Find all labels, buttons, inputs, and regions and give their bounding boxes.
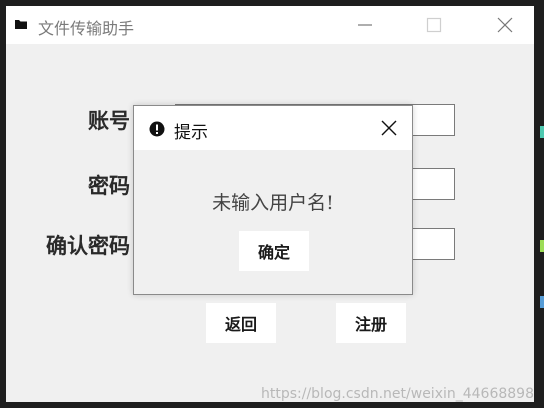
window-title: 文件传输助手: [38, 19, 135, 38]
maximize-button[interactable]: [411, 6, 457, 44]
minimize-button[interactable]: [342, 6, 388, 44]
maximize-icon: [426, 17, 442, 33]
minimize-icon: [358, 24, 372, 26]
close-icon: [497, 17, 513, 33]
watermark: https://blog.csdn.net/weixin_44668898: [260, 386, 534, 402]
dialog-title-bar[interactable]: 提示: [134, 106, 412, 150]
editor-marker: [540, 126, 544, 138]
title-bar[interactable]: 文件传输助手: [6, 6, 534, 44]
back-button[interactable]: 返回: [206, 303, 276, 343]
register-button[interactable]: 注册: [336, 303, 406, 343]
dialog-message: 未输入用户名!: [212, 192, 334, 214]
close-icon[interactable]: [380, 119, 398, 137]
folder-icon: [15, 20, 27, 29]
password-label: 密码: [88, 173, 130, 198]
ok-button[interactable]: 确定: [239, 231, 309, 271]
exclamation-icon: [149, 121, 165, 137]
alert-dialog: 提示 未输入用户名! 确定: [133, 105, 413, 295]
dialog-title: 提示: [174, 123, 208, 143]
confirm-password-label: 确认密码: [46, 233, 130, 258]
editor-marker: [540, 296, 544, 308]
close-button[interactable]: [482, 6, 528, 44]
account-label: 账号: [88, 108, 130, 133]
editor-marker: [540, 240, 544, 252]
